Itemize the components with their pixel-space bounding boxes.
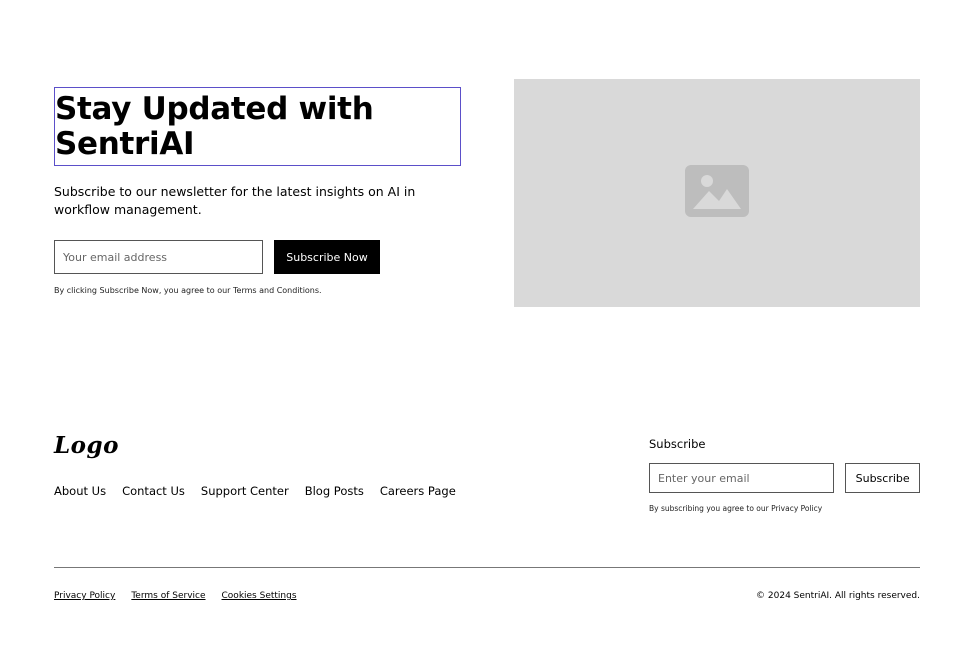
privacy-policy-link[interactable]: Privacy Policy xyxy=(54,591,115,601)
footer-link-careers-page[interactable]: Careers Page xyxy=(380,484,456,498)
cookies-settings-link[interactable]: Cookies Settings xyxy=(222,591,297,601)
footer-subscribe-button[interactable]: Subscribe xyxy=(845,463,920,493)
footer-subscribe: Subscribe Subscribe By subscribing you a… xyxy=(649,437,920,513)
newsletter-disclaimer: By clicking Subscribe Now, you agree to … xyxy=(54,286,322,295)
footer-subscribe-form: Subscribe xyxy=(649,463,920,493)
footer-link-contact-us[interactable]: Contact Us xyxy=(122,484,185,498)
hero-image-placeholder xyxy=(514,79,920,307)
newsletter-title: Stay Updated with SentriAI xyxy=(54,87,461,166)
newsletter-email-input[interactable] xyxy=(54,240,263,274)
newsletter-form: Subscribe Now xyxy=(54,240,461,274)
legal-links: Privacy Policy Terms of Service Cookies … xyxy=(54,591,297,601)
newsletter-content: Stay Updated with SentriAI Subscribe to … xyxy=(54,87,461,295)
terms-of-service-link[interactable]: Terms of Service xyxy=(131,591,205,601)
footer-email-input[interactable] xyxy=(649,463,835,493)
footer-nav: About Us Contact Us Support Center Blog … xyxy=(54,484,456,498)
footer-subscribe-note: By subscribing you agree to our Privacy … xyxy=(649,504,823,513)
footer-link-blog-posts[interactable]: Blog Posts xyxy=(305,484,364,498)
footer-logo[interactable]: Logo xyxy=(54,432,119,459)
copyright-text: © 2024 SentriAI. All rights reserved. xyxy=(756,591,920,601)
newsletter-description: Subscribe to our newsletter for the late… xyxy=(54,184,416,217)
image-placeholder-icon xyxy=(685,165,749,221)
footer-divider xyxy=(54,567,920,568)
footer-subscribe-heading: Subscribe xyxy=(649,437,706,451)
subscribe-now-button[interactable]: Subscribe Now xyxy=(274,240,380,274)
footer-link-support-center[interactable]: Support Center xyxy=(201,484,289,498)
footer-link-about-us[interactable]: About Us xyxy=(54,484,106,498)
